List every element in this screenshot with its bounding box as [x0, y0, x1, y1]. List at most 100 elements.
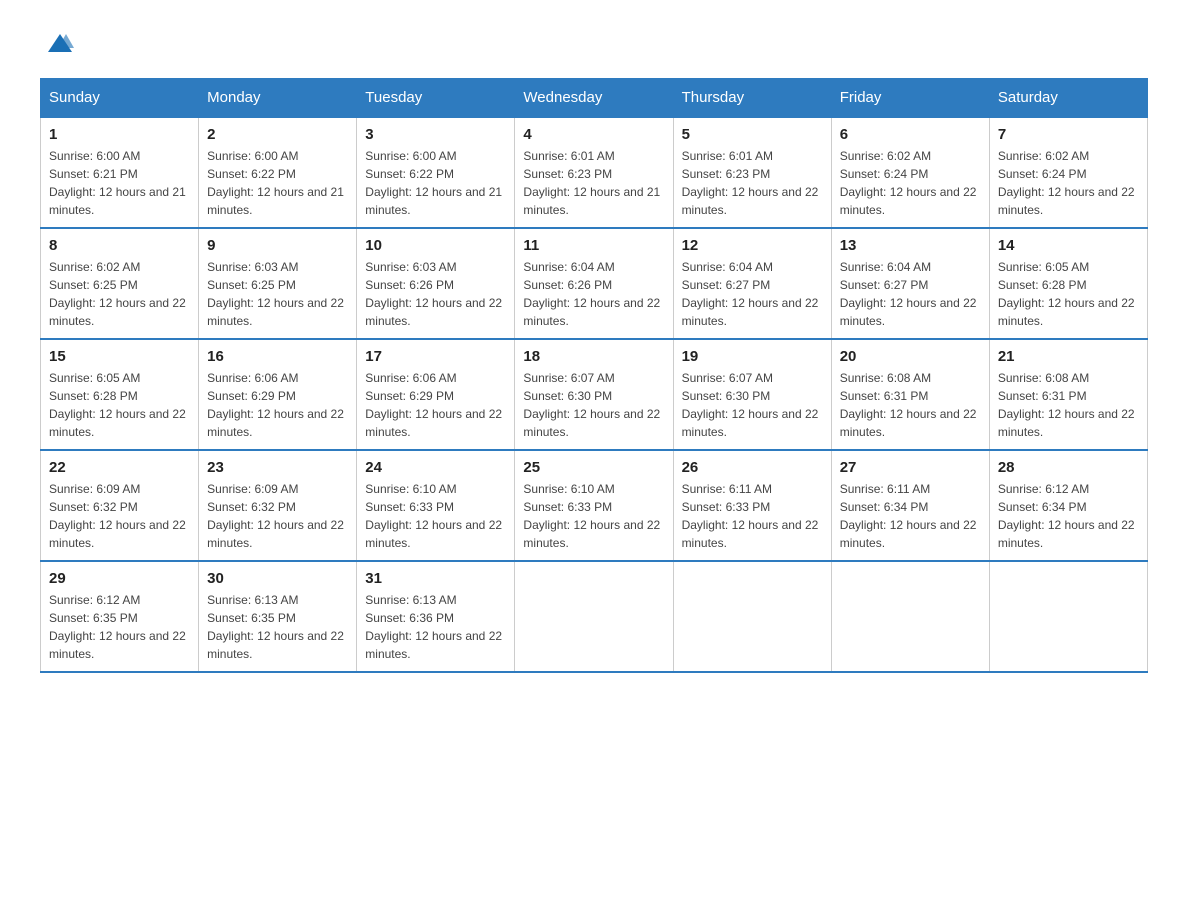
- calendar-cell: 23 Sunrise: 6:09 AMSunset: 6:32 PMDayligh…: [199, 450, 357, 561]
- day-number: 20: [840, 348, 981, 365]
- header-row: SundayMondayTuesdayWednesdayThursdayFrid…: [41, 79, 1148, 118]
- logo: [40, 30, 78, 58]
- day-info: Sunrise: 6:04 AMSunset: 6:27 PMDaylight:…: [682, 258, 823, 330]
- calendar-cell: 26Sunrise: 6:11 AMSunset: 6:33 PMDayligh…: [673, 450, 831, 561]
- day-number: 5: [682, 126, 823, 143]
- day-number: 25: [523, 459, 664, 476]
- day-info: Sunrise: 6:00 AMSunset: 6:22 PMDaylight:…: [365, 147, 506, 219]
- calendar-cell: 6 Sunrise: 6:02 AMSunset: 6:24 PMDaylight…: [831, 117, 989, 228]
- header-day-tuesday: Tuesday: [357, 79, 515, 118]
- day-info: Sunrise: 6:06 AMSunset: 6:29 PMDaylight:…: [365, 369, 506, 441]
- calendar-cell: 18Sunrise: 6:07 AMSunset: 6:30 PMDayligh…: [515, 339, 673, 450]
- day-number: 14: [998, 237, 1139, 254]
- day-info: Sunrise: 6:08 AMSunset: 6:31 PMDaylight:…: [840, 369, 981, 441]
- calendar-cell: 8 Sunrise: 6:02 AMSunset: 6:25 PMDaylight…: [41, 228, 199, 339]
- calendar-body: 1 Sunrise: 6:00 AMSunset: 6:21 PMDaylight…: [41, 117, 1148, 672]
- page-header: [40, 30, 1148, 58]
- calendar-cell: 12 Sunrise: 6:04 AMSunset: 6:27 PMDayligh…: [673, 228, 831, 339]
- day-number: 7: [998, 126, 1139, 143]
- day-info: Sunrise: 6:01 AMSunset: 6:23 PMDaylight:…: [523, 147, 664, 219]
- day-number: 18: [523, 348, 664, 365]
- calendar-cell: [673, 561, 831, 672]
- calendar-cell: 14 Sunrise: 6:05 AMSunset: 6:28 PMDayligh…: [989, 228, 1147, 339]
- calendar-cell: 7 Sunrise: 6:02 AMSunset: 6:24 PMDaylight…: [989, 117, 1147, 228]
- calendar-cell: 17 Sunrise: 6:06 AMSunset: 6:29 PMDayligh…: [357, 339, 515, 450]
- day-info: Sunrise: 6:00 AMSunset: 6:21 PMDaylight:…: [49, 147, 190, 219]
- header-day-wednesday: Wednesday: [515, 79, 673, 118]
- day-number: 3: [365, 126, 506, 143]
- calendar-cell: 27 Sunrise: 6:11 AMSunset: 6:34 PMDayligh…: [831, 450, 989, 561]
- day-number: 13: [840, 237, 981, 254]
- day-number: 30: [207, 570, 348, 587]
- week-row-2: 8 Sunrise: 6:02 AMSunset: 6:25 PMDaylight…: [41, 228, 1148, 339]
- week-row-4: 22 Sunrise: 6:09 AMSunset: 6:32 PMDayligh…: [41, 450, 1148, 561]
- day-info: Sunrise: 6:12 AMSunset: 6:34 PMDaylight:…: [998, 480, 1139, 552]
- day-number: 31: [365, 570, 506, 587]
- day-number: 28: [998, 459, 1139, 476]
- header-day-sunday: Sunday: [41, 79, 199, 118]
- day-number: 27: [840, 459, 981, 476]
- day-number: 16: [207, 348, 348, 365]
- calendar-cell: 30 Sunrise: 6:13 AMSunset: 6:35 PMDayligh…: [199, 561, 357, 672]
- day-number: 24: [365, 459, 506, 476]
- calendar-cell: 13 Sunrise: 6:04 AMSunset: 6:27 PMDayligh…: [831, 228, 989, 339]
- day-number: 6: [840, 126, 981, 143]
- day-info: Sunrise: 6:05 AMSunset: 6:28 PMDaylight:…: [998, 258, 1139, 330]
- calendar-cell: 2 Sunrise: 6:00 AMSunset: 6:22 PMDaylight…: [199, 117, 357, 228]
- calendar-cell: 1 Sunrise: 6:00 AMSunset: 6:21 PMDaylight…: [41, 117, 199, 228]
- calendar-cell: 31 Sunrise: 6:13 AMSunset: 6:36 PMDayligh…: [357, 561, 515, 672]
- day-info: Sunrise: 6:04 AMSunset: 6:26 PMDaylight:…: [523, 258, 664, 330]
- day-info: Sunrise: 6:09 AMSunset: 6:32 PMDaylight:…: [207, 480, 348, 552]
- calendar-header: SundayMondayTuesdayWednesdayThursdayFrid…: [41, 79, 1148, 118]
- calendar-cell: 29 Sunrise: 6:12 AMSunset: 6:35 PMDayligh…: [41, 561, 199, 672]
- day-number: 21: [998, 348, 1139, 365]
- day-number: 2: [207, 126, 348, 143]
- day-info: Sunrise: 6:02 AMSunset: 6:24 PMDaylight:…: [840, 147, 981, 219]
- day-number: 1: [49, 126, 190, 143]
- calendar-cell: 11Sunrise: 6:04 AMSunset: 6:26 PMDayligh…: [515, 228, 673, 339]
- day-number: 19: [682, 348, 823, 365]
- calendar-cell: 28 Sunrise: 6:12 AMSunset: 6:34 PMDayligh…: [989, 450, 1147, 561]
- day-number: 4: [523, 126, 664, 143]
- week-row-3: 15 Sunrise: 6:05 AMSunset: 6:28 PMDayligh…: [41, 339, 1148, 450]
- calendar-cell: 15 Sunrise: 6:05 AMSunset: 6:28 PMDayligh…: [41, 339, 199, 450]
- calendar-cell: 19 Sunrise: 6:07 AMSunset: 6:30 PMDayligh…: [673, 339, 831, 450]
- calendar-cell: [515, 561, 673, 672]
- day-info: Sunrise: 6:02 AMSunset: 6:24 PMDaylight:…: [998, 147, 1139, 219]
- header-day-monday: Monday: [199, 79, 357, 118]
- day-number: 29: [49, 570, 190, 587]
- day-info: Sunrise: 6:11 AMSunset: 6:34 PMDaylight:…: [840, 480, 981, 552]
- day-number: 15: [49, 348, 190, 365]
- logo-icon: [46, 30, 74, 58]
- calendar-cell: 4 Sunrise: 6:01 AMSunset: 6:23 PMDaylight…: [515, 117, 673, 228]
- calendar-cell: 16Sunrise: 6:06 AMSunset: 6:29 PMDayligh…: [199, 339, 357, 450]
- day-info: Sunrise: 6:05 AMSunset: 6:28 PMDaylight:…: [49, 369, 190, 441]
- day-info: Sunrise: 6:01 AMSunset: 6:23 PMDaylight:…: [682, 147, 823, 219]
- day-info: Sunrise: 6:02 AMSunset: 6:25 PMDaylight:…: [49, 258, 190, 330]
- day-info: Sunrise: 6:10 AMSunset: 6:33 PMDaylight:…: [523, 480, 664, 552]
- day-info: Sunrise: 6:08 AMSunset: 6:31 PMDaylight:…: [998, 369, 1139, 441]
- day-info: Sunrise: 6:04 AMSunset: 6:27 PMDaylight:…: [840, 258, 981, 330]
- calendar-cell: [831, 561, 989, 672]
- header-day-saturday: Saturday: [989, 79, 1147, 118]
- day-number: 22: [49, 459, 190, 476]
- week-row-5: 29 Sunrise: 6:12 AMSunset: 6:35 PMDayligh…: [41, 561, 1148, 672]
- day-number: 23: [207, 459, 348, 476]
- day-number: 12: [682, 237, 823, 254]
- day-number: 17: [365, 348, 506, 365]
- day-info: Sunrise: 6:07 AMSunset: 6:30 PMDaylight:…: [682, 369, 823, 441]
- day-number: 26: [682, 459, 823, 476]
- header-day-friday: Friday: [831, 79, 989, 118]
- day-number: 8: [49, 237, 190, 254]
- calendar-cell: 20 Sunrise: 6:08 AMSunset: 6:31 PMDayligh…: [831, 339, 989, 450]
- day-info: Sunrise: 6:00 AMSunset: 6:22 PMDaylight:…: [207, 147, 348, 219]
- day-info: Sunrise: 6:13 AMSunset: 6:35 PMDaylight:…: [207, 591, 348, 663]
- calendar-cell: 9Sunrise: 6:03 AMSunset: 6:25 PMDaylight…: [199, 228, 357, 339]
- day-info: Sunrise: 6:13 AMSunset: 6:36 PMDaylight:…: [365, 591, 506, 663]
- day-number: 9: [207, 237, 348, 254]
- day-info: Sunrise: 6:12 AMSunset: 6:35 PMDaylight:…: [49, 591, 190, 663]
- calendar-cell: [989, 561, 1147, 672]
- day-info: Sunrise: 6:03 AMSunset: 6:26 PMDaylight:…: [365, 258, 506, 330]
- day-number: 10: [365, 237, 506, 254]
- week-row-1: 1 Sunrise: 6:00 AMSunset: 6:21 PMDaylight…: [41, 117, 1148, 228]
